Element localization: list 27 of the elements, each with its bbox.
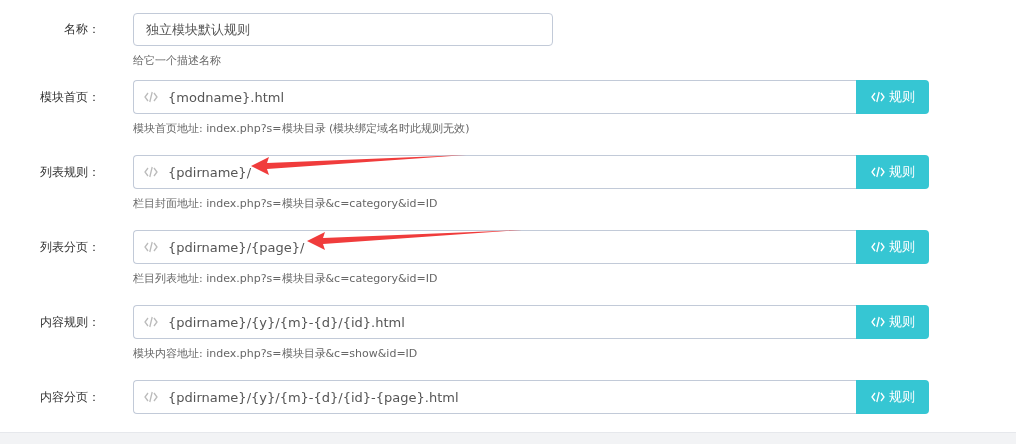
field-label: 模块首页： [39, 88, 100, 106]
code-icon [144, 391, 158, 403]
code-icon [144, 316, 158, 328]
input-field[interactable]: {pdirname}/{y}/{m}-{d}/{id}.html [133, 305, 856, 339]
field-label: 名称： [63, 21, 100, 38]
help-text: 栏目列表地址: index.php?s=模块目录&c=category&id=ID [133, 271, 439, 287]
help-text: 模块内容地址: index.php?s=模块目录&c=show&id=ID [133, 346, 419, 362]
code-icon [144, 91, 158, 103]
help-text: 栏目封面地址: index.php?s=模块目录&c=category&id=ID [133, 196, 439, 212]
code-icon [870, 166, 885, 178]
input-field[interactable]: {pdirname}/ [133, 155, 856, 189]
input-field[interactable]: {modname}.html [133, 80, 856, 114]
input-field[interactable]: {pdirname}/{y}/{m}-{d}/{id}-{page}.html [133, 380, 856, 414]
code-icon [144, 241, 158, 253]
code-icon [870, 316, 885, 328]
code-icon [144, 166, 158, 178]
help-text: 给它一个描述名称 [133, 53, 222, 69]
code-icon [870, 241, 885, 253]
code-icon [870, 391, 885, 403]
field-label: 内容规则： [39, 313, 100, 331]
input-field[interactable]: {pdirname}/{page}/ [133, 230, 856, 264]
input-field[interactable]: 独立模块默认规则 [133, 13, 553, 46]
field-label: 列表分页： [39, 238, 100, 256]
field-label: 内容分页： [39, 388, 100, 406]
code-icon [870, 91, 885, 103]
help-text: 模块首页地址: index.php?s=模块目录 (模块绑定域名时此规则无效) [133, 121, 471, 137]
field-label: 列表规则： [39, 163, 100, 181]
